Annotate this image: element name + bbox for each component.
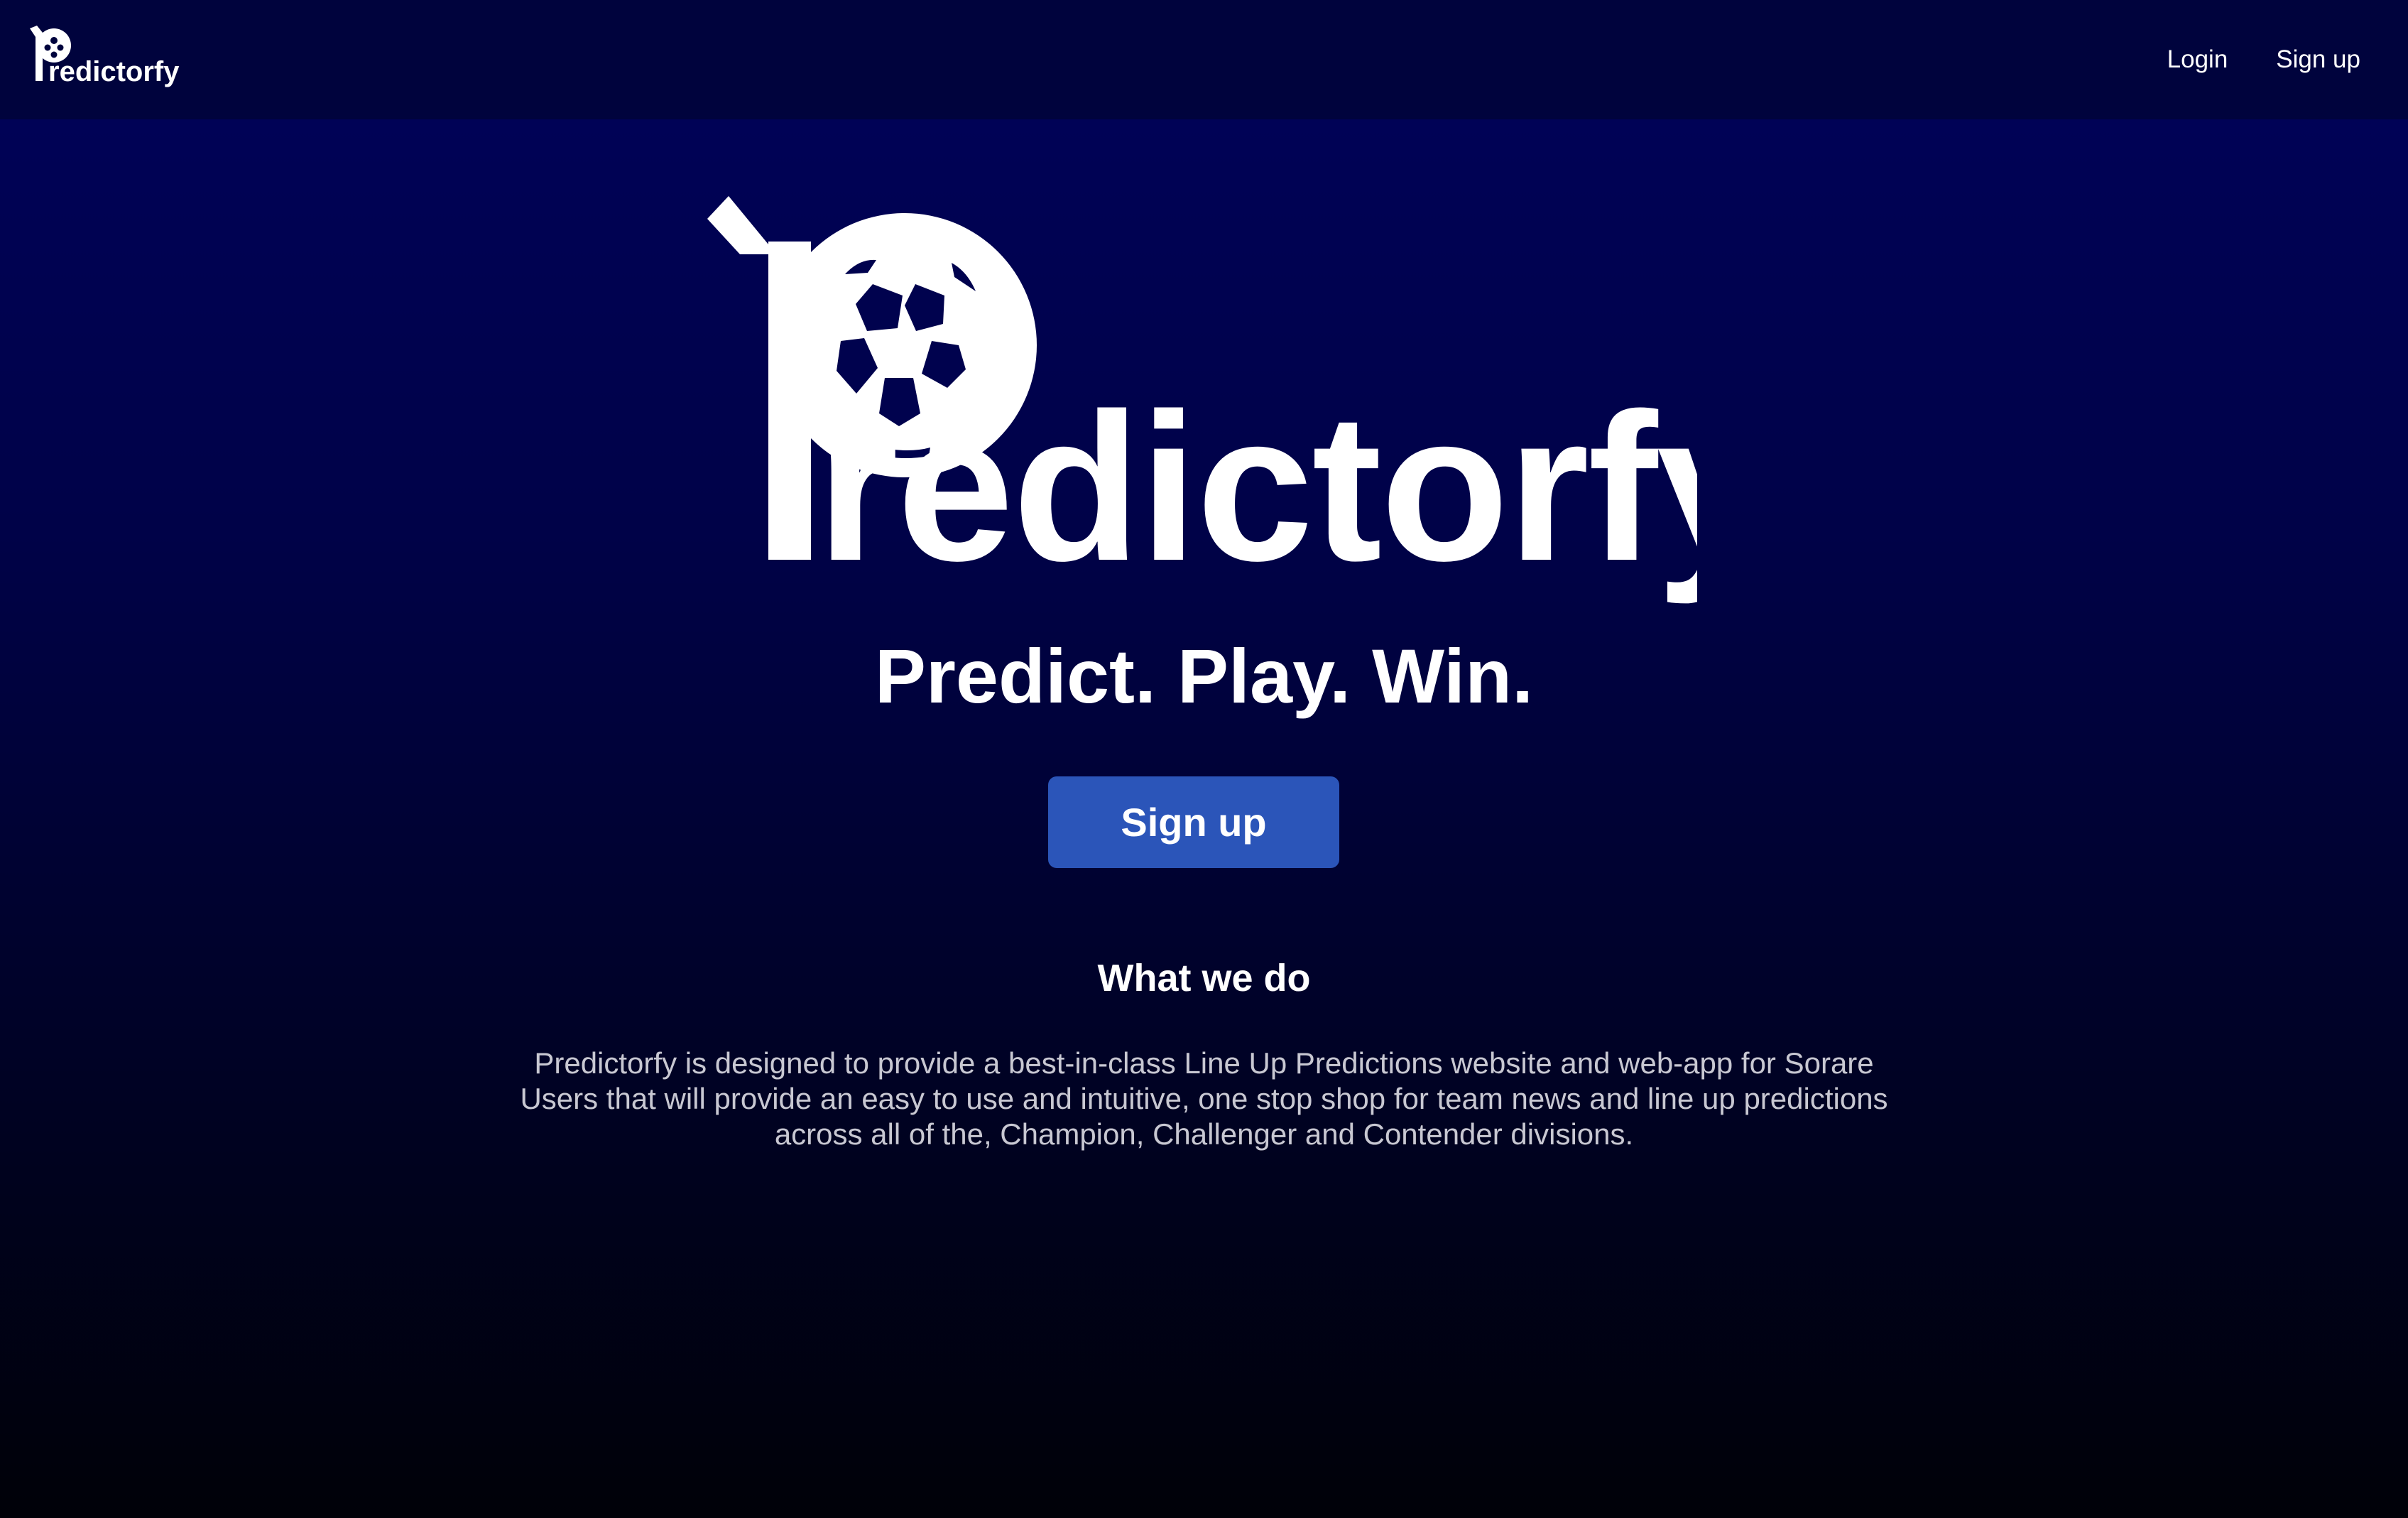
- nav-logo-mark: redictorfy: [30, 26, 180, 87]
- hero-tagline: Predict. Play. Win.: [874, 633, 1534, 719]
- login-link[interactable]: Login: [2167, 45, 2228, 74]
- nav-logo-wordmark: redictorfy: [48, 56, 180, 87]
- top-navbar: redictorfy Login Sign up: [0, 0, 2408, 119]
- hero-logo-mark: redictorfy: [707, 196, 1697, 604]
- nav-links: Login Sign up: [2167, 0, 2360, 119]
- hero-logo: redictorfy: [703, 192, 1697, 604]
- hero-logo-wordmark: redictorfy: [817, 369, 1697, 604]
- what-we-do-description: Predictorfy is designed to provide a bes…: [520, 1046, 1888, 1151]
- what-we-do-title: What we do: [1097, 957, 1311, 999]
- signup-link[interactable]: Sign up: [2276, 45, 2360, 74]
- hero-signup-button[interactable]: Sign up: [1048, 776, 1339, 868]
- nav-logo[interactable]: redictorfy: [27, 26, 180, 90]
